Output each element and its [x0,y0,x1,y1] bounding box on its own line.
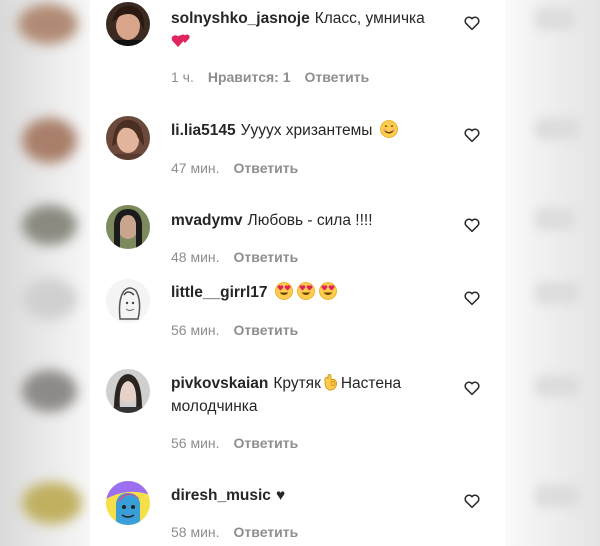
comment-username[interactable]: diresh_music [171,487,271,504]
comment-text: Крутяк [273,375,321,392]
smiling-face-emoji [379,119,399,139]
avatar[interactable] [106,279,150,323]
two-hearts-emoji [171,30,191,50]
comment-item: solnyshko_jasnoje Класс, умничка 1 ч. Нрав… [90,0,505,100]
comment-text: Класс, умничка [314,10,425,27]
like-heart-icon[interactable] [463,379,481,397]
heart-eyes-emoji [274,281,294,301]
avatar[interactable] [106,116,150,160]
comment-time: 58 мин. [171,524,220,540]
reply-button[interactable]: Ответить [305,69,370,85]
comment-text: ♥ [275,487,286,504]
comment-time: 56 мин. [171,435,220,451]
comment-text: Уууух хризантемы [240,122,373,139]
comment-text-continued: Настена [340,375,402,392]
comment-username[interactable]: mvadymv [171,212,243,229]
avatar[interactable] [106,481,150,525]
like-heart-icon[interactable] [463,289,481,307]
heart-eyes-emoji [296,281,316,301]
comment-username[interactable]: pivkovskaian [171,375,268,392]
reply-button[interactable]: Ответить [234,160,299,176]
comment-item: mvadymv Любовь - сила !!!! 48 мин. Ответит… [90,200,505,280]
reply-button[interactable]: Ответить [234,435,299,451]
comment-username[interactable]: little__girrl17 [171,284,268,301]
ok-hand-emoji [321,372,341,392]
comment-time: 48 мин. [171,249,220,265]
comment-likes[interactable]: Нравится: 1 [208,69,291,85]
comment-item: diresh_music ♥ 58 мин. Ответить [90,478,505,546]
comment-time: 1 ч. [171,69,194,85]
comment-username[interactable]: li.lia5145 [171,122,236,139]
reply-button[interactable]: Ответить [234,322,299,338]
reply-button[interactable]: Ответить [234,524,299,540]
comment-text-line2: молодчинка [171,398,258,415]
like-heart-icon[interactable] [463,492,481,510]
blurred-left-column [0,0,90,546]
like-heart-icon[interactable] [463,14,481,32]
comment-item: pivkovskaian Крутяк Настена молодчинка 56… [90,365,505,465]
avatar[interactable] [106,2,150,46]
comments-list: solnyshko_jasnoje Класс, умничка 1 ч. Нрав… [90,0,505,546]
blurred-right-column [505,0,600,546]
comment-username[interactable]: solnyshko_jasnoje [171,10,310,27]
comment-text: Любовь - сила !!!! [247,212,373,229]
avatar[interactable] [106,369,150,413]
like-heart-icon[interactable] [463,216,481,234]
reply-button[interactable]: Ответить [234,249,299,265]
like-heart-icon[interactable] [463,126,481,144]
comment-time: 47 мин. [171,160,220,176]
comment-item: li.lia5145 Уууух хризантемы 47 мин. Ответи… [90,110,505,200]
heart-eyes-emoji [318,281,338,301]
comment-item: little__girrl17 56 мин. Ответить [90,275,505,355]
avatar[interactable] [106,205,150,249]
comment-time: 56 мин. [171,322,220,338]
